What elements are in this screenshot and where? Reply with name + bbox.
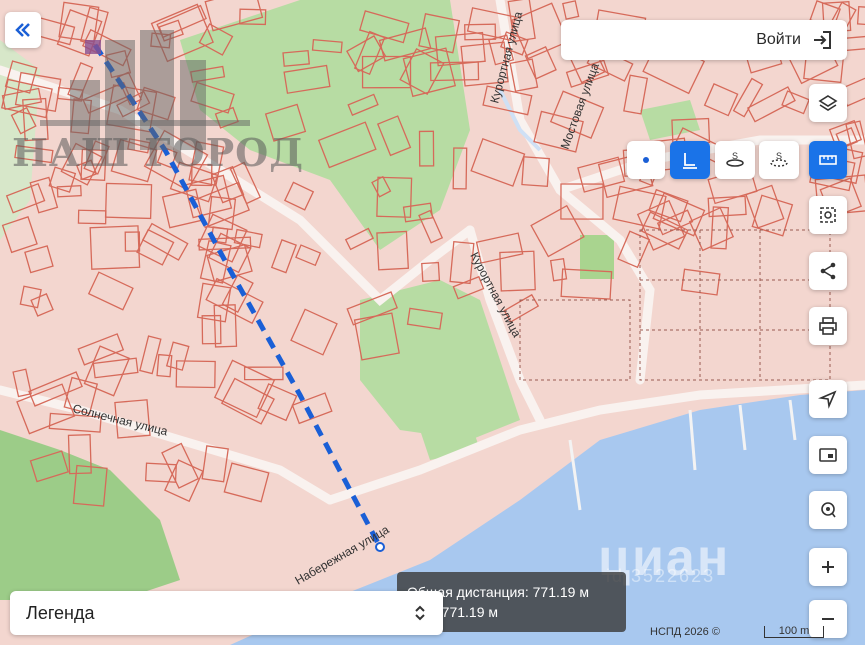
select-area-icon <box>820 207 836 223</box>
scale-bar: 100 m <box>764 626 824 638</box>
layers-button[interactable] <box>809 84 847 122</box>
plus-icon <box>822 561 834 573</box>
updown-chevron-icon <box>415 605 425 621</box>
map-stage: Солнечная улица Набережная улица Курортн… <box>0 0 865 645</box>
scale-label: 100 m <box>778 625 810 637</box>
geo-search-icon <box>821 502 836 518</box>
area-measure-button[interactable]: S <box>715 141 755 179</box>
layers-icon <box>818 95 838 111</box>
zoom-in-button[interactable] <box>809 548 847 586</box>
navigate-icon <box>818 390 837 409</box>
print-button[interactable] <box>809 307 847 345</box>
point-icon <box>643 157 649 163</box>
frame-button[interactable] <box>809 436 847 474</box>
line-measure-button[interactable] <box>670 141 710 179</box>
sign-in-icon <box>814 31 831 49</box>
frame-icon <box>819 448 837 462</box>
legend-label: Легенда <box>26 602 95 623</box>
svg-text:S: S <box>732 151 738 161</box>
area-s-outline-icon: S <box>770 151 788 167</box>
print-icon <box>819 317 837 335</box>
legend-select[interactable]: Легенда <box>10 591 443 635</box>
share-icon <box>820 262 836 280</box>
ruler-icon <box>819 155 837 165</box>
collapse-panel-button[interactable] <box>5 12 41 48</box>
point-tool-button[interactable] <box>627 141 665 179</box>
select-area-button[interactable] <box>809 196 847 234</box>
login-button[interactable]: Войти <box>561 20 847 60</box>
ruler-button[interactable] <box>809 141 847 179</box>
attribution-text: НСПД 2026 © <box>650 626 720 638</box>
geo-search-button[interactable] <box>809 491 847 529</box>
line-measure-icon <box>683 153 697 169</box>
area-outline-button[interactable]: S <box>759 141 799 179</box>
double-chevron-left-icon <box>15 23 30 37</box>
svg-text:S: S <box>776 151 782 161</box>
measure-endpoint <box>375 542 385 552</box>
area-s-icon: S <box>726 151 744 167</box>
locate-button[interactable] <box>809 380 847 418</box>
logo-text: НАШ ГОРОД <box>12 130 305 175</box>
share-button[interactable] <box>809 252 847 290</box>
login-label: Войти <box>756 31 801 48</box>
